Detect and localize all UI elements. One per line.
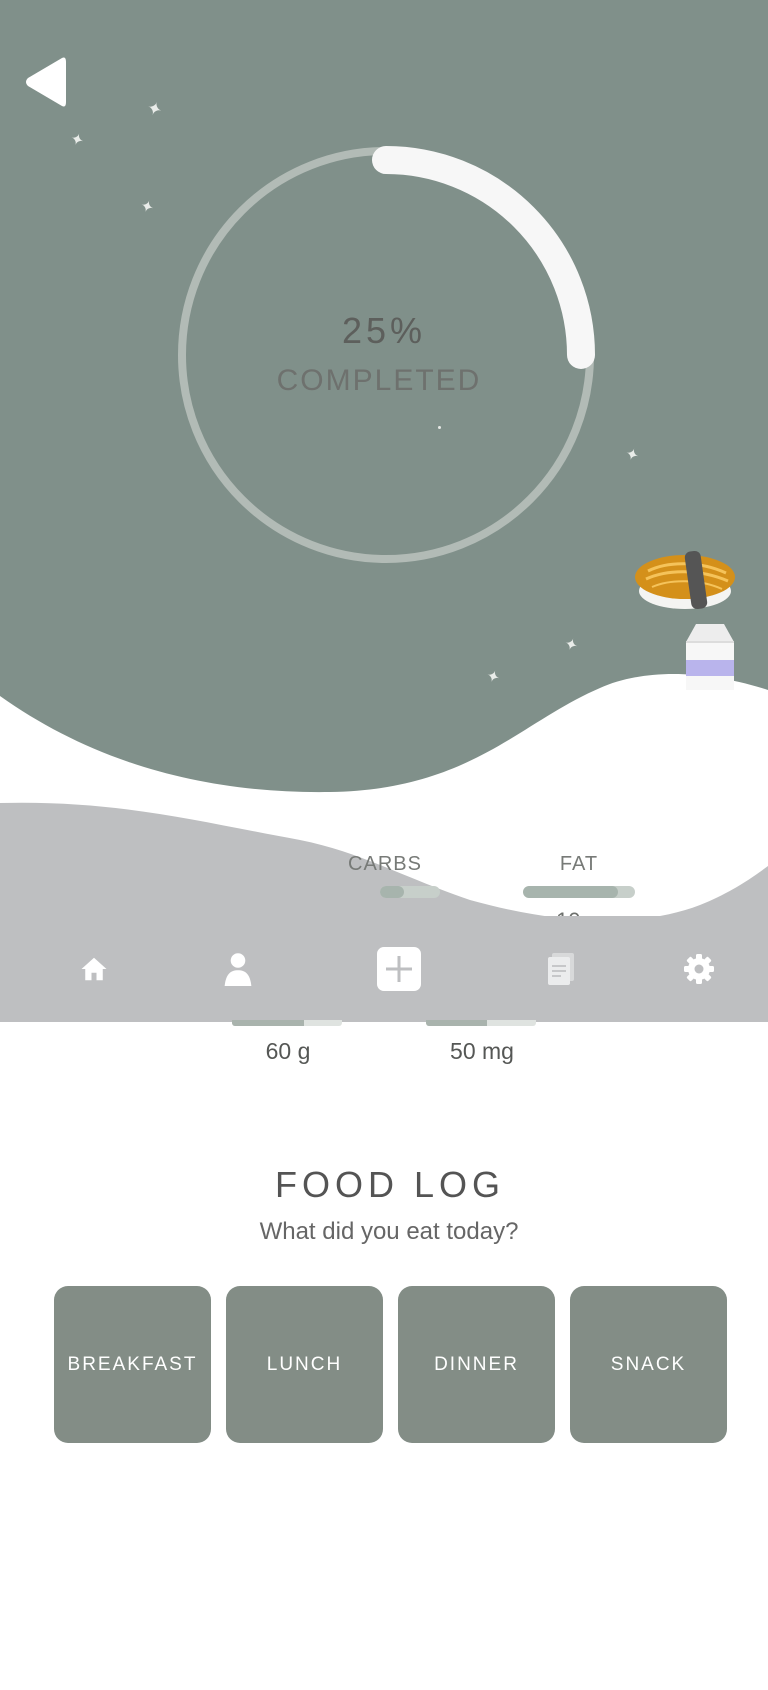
person-icon xyxy=(224,953,252,986)
nav-home-button[interactable] xyxy=(54,916,134,1022)
nutrition-screen: ✦ ✦ ✦ ✦ ✦ ✦ 25% COMPLETED CARBS FAT 10 g xyxy=(0,0,768,1690)
carbs-progress-bar xyxy=(380,886,440,898)
back-triangle-icon xyxy=(26,57,66,107)
nav-settings-button[interactable] xyxy=(659,916,739,1022)
sodium-progress-bar xyxy=(426,1020,536,1026)
snack-button[interactable]: SNACK xyxy=(570,1286,727,1443)
plus-icon xyxy=(377,947,421,991)
document-icon xyxy=(548,953,574,985)
progress-status-label: COMPLETED xyxy=(276,364,482,397)
protein-amount: 60 g xyxy=(265,1038,311,1064)
fat-label: FAT xyxy=(559,853,599,875)
ring-dot xyxy=(438,426,441,429)
sodium-amount: 50 mg xyxy=(450,1038,514,1064)
nav-notes-button[interactable] xyxy=(521,916,601,1022)
progress-ring xyxy=(178,146,595,563)
food-log-subtitle: What did you eat today? xyxy=(259,1218,519,1245)
progress-percent: 25% xyxy=(341,310,427,351)
nav-bar xyxy=(0,916,768,1022)
food-log-title: FOOD LOG xyxy=(274,1164,506,1205)
dinner-button[interactable]: DINNER xyxy=(398,1286,555,1443)
gear-icon xyxy=(684,954,714,984)
back-button[interactable] xyxy=(18,52,74,112)
nav-profile-button[interactable] xyxy=(198,916,278,1022)
fat-progress-fill xyxy=(523,886,619,898)
sodium-progress-fill xyxy=(426,1020,487,1026)
carbs-progress-fill xyxy=(380,886,404,898)
nav-add-button[interactable] xyxy=(359,916,439,1022)
lunch-button[interactable]: LUNCH xyxy=(226,1286,383,1443)
protein-progress-bar xyxy=(232,1020,342,1026)
home-icon xyxy=(81,957,107,981)
breakfast-button[interactable]: BREAKFAST xyxy=(54,1286,211,1443)
protein-progress-fill xyxy=(232,1020,304,1026)
carbs-label: CARBS xyxy=(348,853,422,875)
fat-progress-bar xyxy=(523,886,635,898)
sushi-icon xyxy=(635,550,735,610)
milk-carton-icon xyxy=(686,624,734,690)
